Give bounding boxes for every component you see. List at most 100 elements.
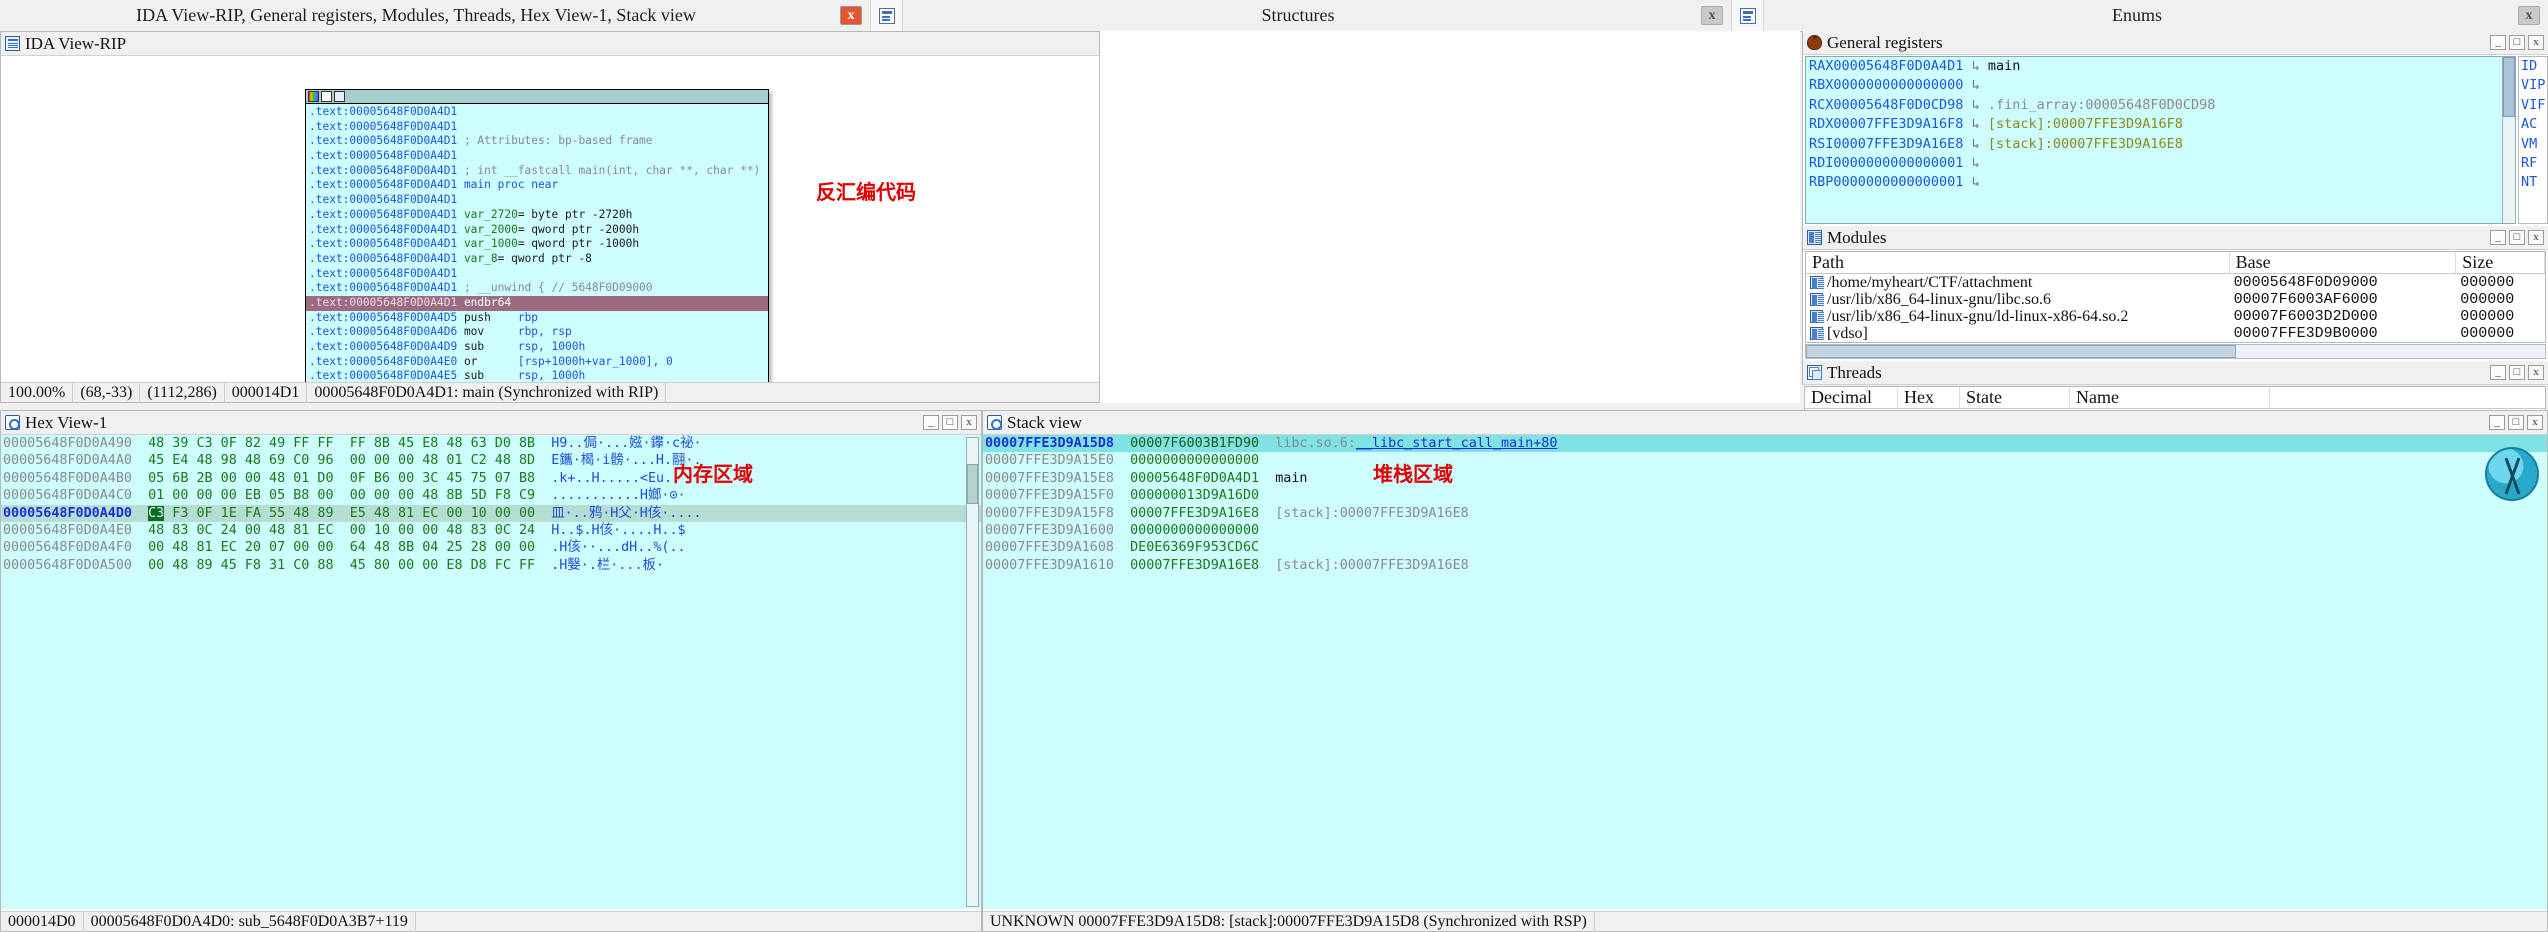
stack-symbol[interactable]: [stack]:00007FFE3D9A16E8	[1275, 506, 1468, 521]
register-row[interactable]: RDX00007FFE3D9A16F8 ↳ [stack]:00007FFE3D…	[1806, 115, 2514, 134]
disassembly-line[interactable]: .text:00005648F0D0A4D5 push rbp	[306, 311, 768, 326]
register-row[interactable]: RSI00007FFE3D9A16E8 ↳ [stack]:00007FFE3D…	[1806, 135, 2514, 154]
registers-scrollbar-thumb[interactable]	[2503, 57, 2515, 117]
modules-column-header[interactable]: Path	[1806, 252, 2230, 273]
registers-list[interactable]: RAX00005648F0D0A4D1 ↳ main RBX00000000000…	[1805, 56, 2515, 224]
stack-value[interactable]: 0000000000000000	[1130, 523, 1259, 538]
threads-column-header[interactable]: State	[1960, 387, 2070, 408]
threads-window-buttons[interactable]: _ □ x	[2490, 365, 2548, 380]
disassembly-line[interactable]: .text:00005648F0D0A4D1	[306, 105, 768, 120]
hex-bytes[interactable]: 48 83 0C 24 00 48 81 EC	[148, 523, 333, 538]
registers-maximize-button[interactable]: □	[2509, 35, 2525, 50]
hex-maximize-button[interactable]: □	[942, 415, 958, 430]
hex-line[interactable]: 00005648F0D0A490 48 39 C3 0F 82 49 FF FF…	[1, 435, 981, 452]
disassembly-line[interactable]: .text:00005648F0D0A4D1	[306, 120, 768, 135]
threads-minimize-button[interactable]: _	[2490, 365, 2506, 380]
tab-enums-close-icon[interactable]: x	[2518, 6, 2540, 25]
hex-line[interactable]: 00005648F0D0A500 00 48 89 45 F8 31 C0 88…	[1, 557, 981, 574]
disassembly-line[interactable]: .text:00005648F0D0A4D1 ; int __fastcall …	[306, 164, 768, 179]
hex-view-titlebar[interactable]: Hex View-1 _ □ x	[1, 411, 981, 435]
modules-column-header[interactable]: Size	[2456, 252, 2545, 273]
disassembly-line[interactable]: .text:00005648F0D0A4D1	[306, 267, 768, 282]
hex-bytes[interactable]: 48 39 C3 0F 82 49 FF FF	[148, 436, 333, 451]
hex-bytes[interactable]: F3 0F 1E FA 55 48 89	[164, 506, 333, 521]
table-row[interactable]: /usr/lib/x86_64-linux-gnu/ld-linux-x86-6…	[1806, 308, 2545, 325]
register-value[interactable]: 0000000000000001	[1833, 155, 1963, 171]
stack-line[interactable]: 00007FFE3D9A15D8 00007F6003B1FD90 libc.s…	[983, 435, 2547, 453]
register-symbol[interactable]: .fini_array:00005648F0D0CD98	[1988, 97, 2216, 113]
cpu-flag[interactable]: RF	[2521, 154, 2547, 173]
cpu-flag[interactable]: NT	[2521, 173, 2547, 192]
stack-lines[interactable]: 00007FFE3D9A15D8 00007F6003B1FD90 libc.s…	[983, 435, 2547, 909]
table-row[interactable]: [vdso] 00007FFE3D9B0000 000000	[1806, 325, 2545, 342]
registers-minimize-button[interactable]: _	[2490, 35, 2506, 50]
disassembly-line[interactable]: .text:00005648F0D0A4D9 sub rsp, 1000h	[306, 340, 768, 355]
disassembly-toolbar[interactable]	[306, 90, 768, 104]
register-value[interactable]: 0000000000000001	[1833, 174, 1963, 190]
hex-line[interactable]: 00005648F0D0A4E0 48 83 0C 24 00 48 81 EC…	[1, 522, 981, 539]
stack-value[interactable]: 000000013D9A16D0	[1130, 488, 1259, 503]
stack-value[interactable]: 00007FFE3D9A16E8	[1130, 506, 1259, 521]
register-value[interactable]: 0000000000000000	[1833, 77, 1963, 93]
register-value[interactable]: 00007FFE3D9A16E8	[1833, 136, 1963, 152]
registers-scrollbar[interactable]	[2502, 56, 2516, 224]
hex-bytes[interactable]: E5 48 81 EC 00 10 00 00	[350, 506, 535, 521]
stack-maximize-button[interactable]: □	[2508, 415, 2524, 430]
stack-line[interactable]: 00007FFE3D9A15F8 00007FFE3D9A16E8 [stack…	[983, 505, 2547, 522]
cpu-flag[interactable]: ID	[2521, 57, 2547, 76]
tab-close-icon[interactable]: x	[840, 6, 862, 25]
modules-column-header[interactable]: Base	[2230, 252, 2457, 273]
stack-line[interactable]: 00007FFE3D9A1610 00007FFE3D9A16E8 [stack…	[983, 557, 2547, 574]
hex-scrollbar-thumb[interactable]	[967, 464, 978, 504]
disassembly-line[interactable]: .text:00005648F0D0A4E0 or [rsp+1000h+var…	[306, 355, 768, 370]
threads-column-header[interactable]: Name	[2070, 387, 2270, 408]
color-palette-icon[interactable]	[308, 91, 319, 102]
cpu-flags-column[interactable]: ID VIP VIF AC VM RF NT	[2518, 56, 2548, 224]
modules-scrollbar-thumb[interactable]	[1806, 345, 2236, 358]
tab-structures-icon-slot[interactable]	[870, 0, 903, 31]
stack-value[interactable]: 00005648F0D0A4D1	[1130, 471, 1259, 486]
disassembly-line[interactable]: .text:00005648F0D0A4D1 var_8= qword ptr …	[306, 252, 768, 267]
registers-window-buttons[interactable]: _ □ x	[2490, 35, 2548, 50]
hex-dump-lines[interactable]: 00005648F0D0A490 48 39 C3 0F 82 49 FF FF…	[1, 435, 981, 909]
modules-window-buttons[interactable]: _ □ x	[2490, 230, 2548, 245]
disassembly-line[interactable]: .text:00005648F0D0A4D1 var_2720= byte pt…	[306, 208, 768, 223]
threads-maximize-button[interactable]: □	[2509, 365, 2525, 380]
table-row[interactable]: /usr/lib/x86_64-linux-gnu/libc.so.6 00007…	[1806, 291, 2545, 308]
stack-value[interactable]: 00007FFE3D9A16E8	[1130, 558, 1259, 573]
stack-symbol[interactable]: main	[1275, 471, 1307, 486]
stack-line[interactable]: 00007FFE3D9A1600 0000000000000000	[983, 522, 2547, 539]
disassembly-line[interactable]: .text:00005648F0D0A4D1 var_2000= qword p…	[306, 223, 768, 238]
stack-line[interactable]: 00007FFE3D9A15F0 000000013D9A16D0	[983, 487, 2547, 504]
graph-view-icon[interactable]	[334, 91, 345, 102]
disassembly-line[interactable]: .text:00005648F0D0A4E5 sub rsp, 1000h	[306, 369, 768, 382]
disassembly-line[interactable]: .text:00005648F0D0A4D1	[306, 149, 768, 164]
register-value[interactable]: 00007FFE3D9A16F8	[1833, 116, 1963, 132]
disassembly-line[interactable]: .text:00005648F0D0A4D1 main proc near	[306, 178, 768, 193]
tab-structures[interactable]: Structures x	[903, 0, 1731, 31]
hex-bytes[interactable]: 00 00 00 48 8B 5D F8 C9	[350, 488, 535, 503]
cpu-flag[interactable]: VIP	[2521, 76, 2547, 95]
cpu-flag[interactable]: AC	[2521, 115, 2547, 134]
hex-line[interactable]: 00005648F0D0A4A0 45 E4 48 98 48 69 C0 96…	[1, 452, 981, 469]
hex-bytes[interactable]: FF 8B 45 E8 48 63 D0 8B	[350, 436, 535, 451]
disassembly-pane[interactable]: .text:00005648F0D0A4D1 .text:00005648F0D…	[305, 89, 769, 382]
hex-close-button[interactable]: x	[961, 415, 977, 430]
modules-horizontal-scrollbar[interactable]	[1805, 344, 2546, 359]
table-row[interactable]: /home/myheart/CTF/attachment 00005648F0D0…	[1806, 274, 2545, 291]
hex-bytes[interactable]: 01 00 00 00 EB 05 B8 00	[148, 488, 333, 503]
stack-value[interactable]: 00007F6003B1FD90	[1130, 436, 1259, 451]
cpu-flag[interactable]: VIF	[2521, 96, 2547, 115]
modules-titlebar[interactable]: Modules _ □ x	[1803, 226, 2548, 250]
cpu-flag[interactable]: VM	[2521, 135, 2547, 154]
stack-symbol[interactable]: __libc_start_call_main+80	[1356, 436, 1558, 451]
threads-column-header[interactable]: Hex	[1898, 387, 1960, 408]
ida-view-titlebar[interactable]: IDA View-RIP	[1, 32, 1099, 56]
modules-maximize-button[interactable]: □	[2509, 230, 2525, 245]
disassembly-line[interactable]: .text:00005648F0D0A4D1 ; __unwind { // 5…	[306, 281, 768, 296]
stack-view-titlebar[interactable]: Stack view _ □ x	[983, 411, 2547, 435]
hex-line[interactable]: 00005648F0D0A4B0 05 6B 2B 00 00 48 01 D0…	[1, 470, 981, 487]
tab-enums-icon-slot[interactable]	[1731, 0, 1764, 31]
register-row[interactable]: RDI0000000000000001 ↳	[1806, 154, 2514, 173]
hex-bytes[interactable]: 45 E4 48 98 48 69 C0 96	[148, 453, 333, 468]
